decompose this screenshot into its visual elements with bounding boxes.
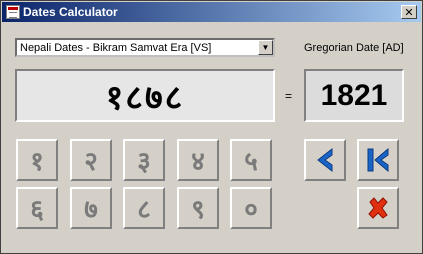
era-select-value: Nepali Dates - Bikram Samvat Era [VS] (20, 42, 212, 54)
chevron-left-icon (317, 147, 333, 173)
digit-key-label: ४ (191, 146, 205, 176)
skip-to-start-icon (367, 147, 389, 173)
gregorian-date-display: 1821 (304, 69, 404, 122)
digit-key-7[interactable]: ७ (70, 187, 112, 229)
dates-calculator-window: Dates Calculator ✕ Nepali Dates - Bikram… (0, 0, 423, 254)
clear-all-button[interactable] (357, 139, 399, 181)
equals-sign: = (285, 89, 293, 103)
digit-key-1[interactable]: १ (16, 139, 58, 181)
digit-key-label: १ (30, 146, 44, 176)
digit-key-label: ० (244, 194, 258, 224)
window-close-button[interactable]: ✕ (401, 5, 417, 19)
digit-key-label: ५ (244, 146, 258, 176)
digit-key-8[interactable]: ८ (123, 187, 165, 229)
digit-key-label: ८ (137, 194, 151, 224)
calendar-app-icon (6, 5, 20, 19)
digit-key-6[interactable]: ६ (16, 187, 58, 229)
digit-key-4[interactable]: ४ (177, 139, 219, 181)
close-button[interactable] (357, 187, 399, 229)
nepali-date-display: १८७८ (15, 69, 275, 122)
digit-key-2[interactable]: २ (70, 139, 112, 181)
digit-key-0[interactable]: ० (230, 187, 272, 229)
digit-key-5[interactable]: ५ (230, 139, 272, 181)
digit-key-label: ९ (191, 194, 205, 224)
backspace-button[interactable] (304, 139, 346, 181)
dropdown-arrow-icon[interactable]: ▼ (258, 40, 273, 55)
title-bar: Dates Calculator ✕ (2, 2, 421, 22)
gregorian-date-label: Gregorian Date [AD] (304, 42, 404, 54)
digit-key-label: ७ (84, 194, 98, 224)
era-select[interactable]: Nepali Dates - Bikram Samvat Era [VS] ▼ (15, 38, 275, 57)
digit-key-label: ३ (137, 146, 151, 176)
window-title: Dates Calculator (23, 5, 118, 19)
digit-key-9[interactable]: ९ (177, 187, 219, 229)
digit-key-3[interactable]: ३ (123, 139, 165, 181)
digit-key-label: ६ (30, 194, 44, 224)
digit-key-label: २ (84, 146, 98, 176)
x-mark-icon (368, 197, 388, 219)
